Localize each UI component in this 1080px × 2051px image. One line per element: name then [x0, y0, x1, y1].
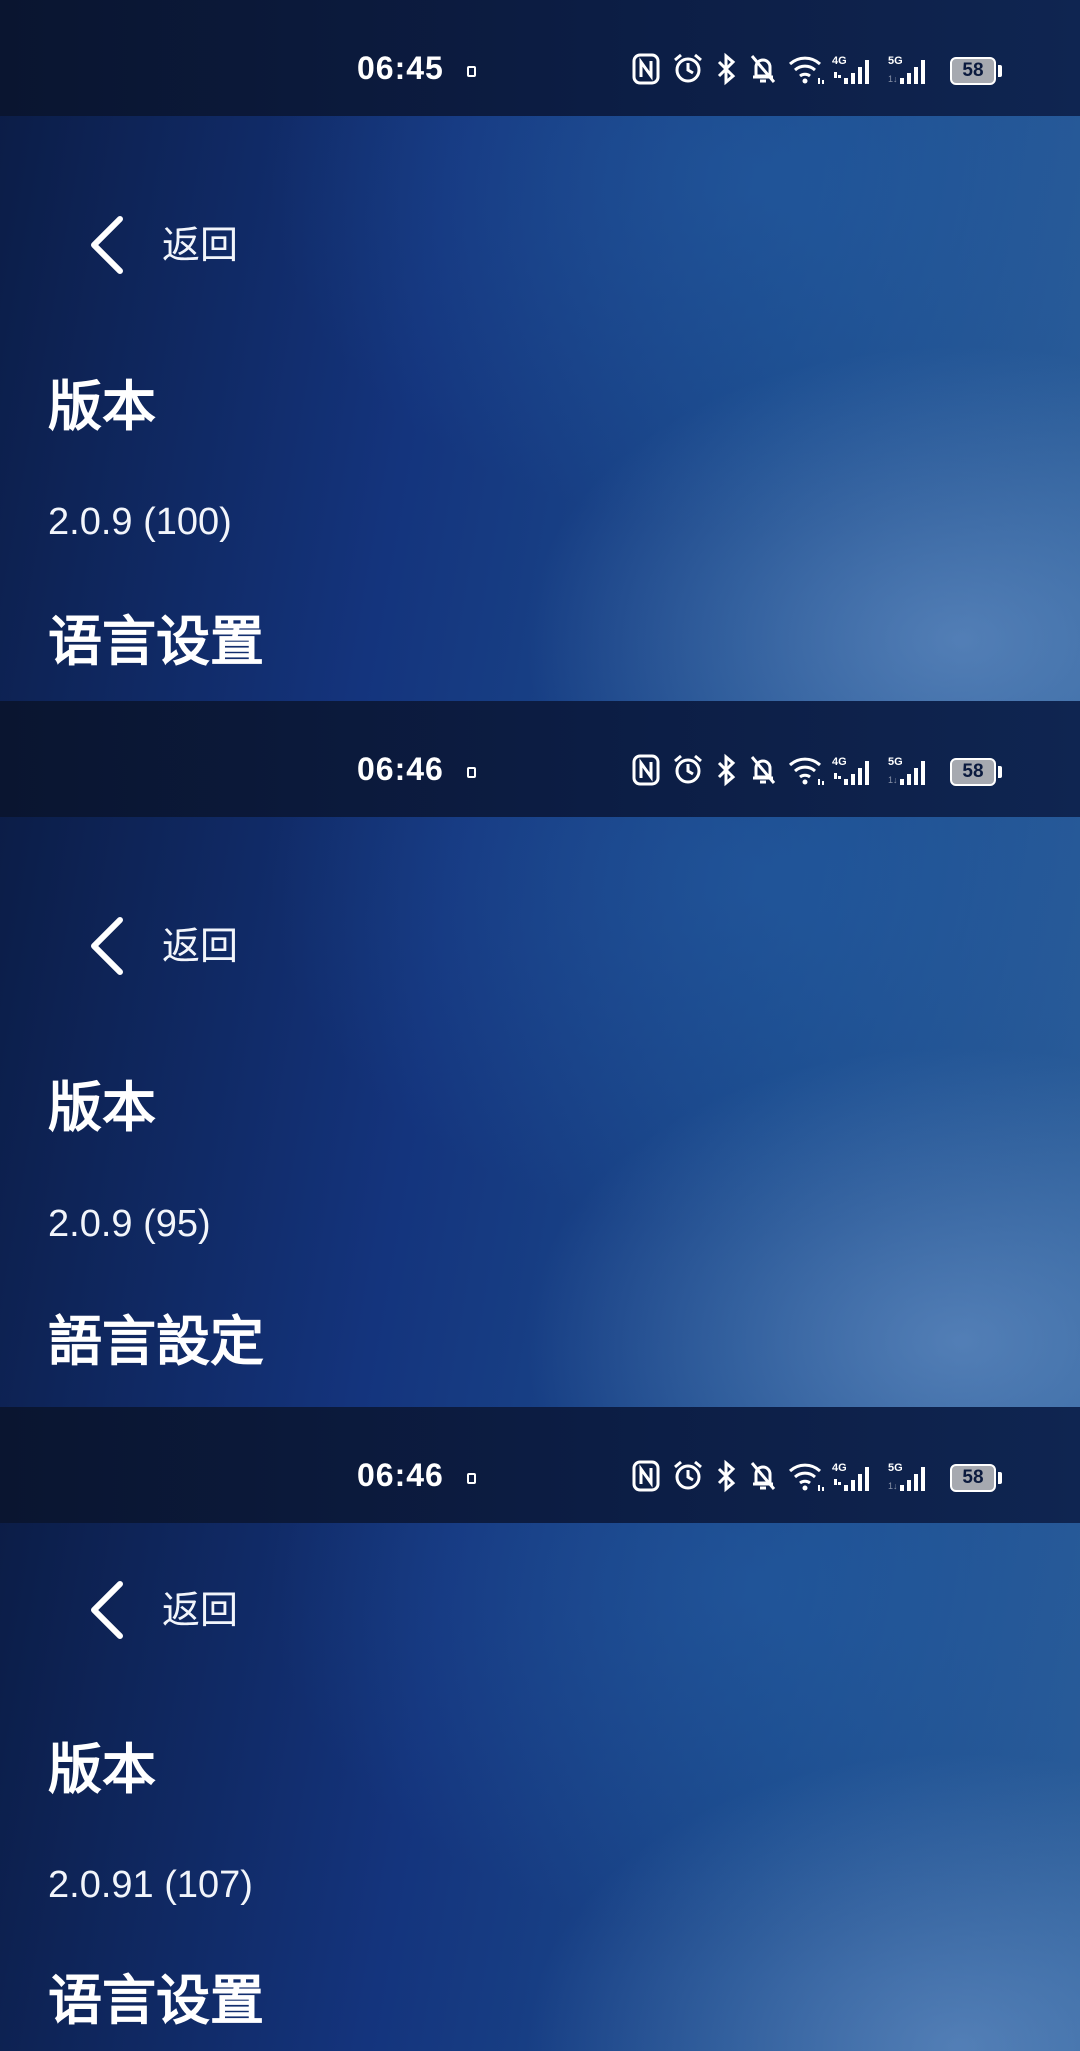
- svg-text:5G: 5G: [888, 1462, 903, 1474]
- battery-icon: 58: [950, 758, 996, 786]
- nfc-icon: [632, 754, 660, 786]
- notification-icon: [467, 1473, 476, 1484]
- svg-text:4G: 4G: [832, 1462, 847, 1474]
- back-button[interactable]: 返回: [86, 906, 266, 986]
- version-heading: 版本: [48, 1740, 156, 1800]
- signal-icon: 5G 1↓: [888, 1462, 925, 1491]
- nfc-icon: [632, 1460, 660, 1492]
- screenshot-panel-1: 06:45 4G 5G 1↓ 58 返回 版本 2.0.9 (100) 语言设置: [0, 0, 1080, 701]
- svg-text:5G: 5G: [888, 55, 903, 67]
- wifi-icon: [788, 1463, 824, 1491]
- battery-tip: [998, 1472, 1002, 1484]
- battery-icon: 58: [950, 1464, 996, 1492]
- back-chevron-icon: [91, 216, 123, 274]
- signal-icon: 4G: [832, 1462, 869, 1491]
- language-settings-heading[interactable]: 语言设置: [48, 615, 264, 669]
- status-bar: 06:46 4G 5G 1↓ 58: [0, 701, 1080, 817]
- battery-icon: 58: [950, 57, 996, 85]
- svg-text:1↓: 1↓: [888, 74, 898, 84]
- bluetooth-icon: [717, 52, 736, 86]
- back-button[interactable]: 返回: [86, 1570, 266, 1650]
- language-settings-heading[interactable]: 語言設定: [48, 1315, 264, 1369]
- wifi-icon: [788, 56, 824, 84]
- back-label: 返回: [162, 1590, 239, 1632]
- alarm-icon: [674, 1460, 702, 1490]
- version-heading: 版本: [48, 377, 156, 437]
- battery-tip: [998, 65, 1002, 77]
- screenshot-panel-3: 06:46 4G 5G 1↓ 58 返回 版本 2.0.91 (107) 语言设置: [0, 1407, 1080, 2051]
- status-bar: 06:45 4G 5G 1↓ 58: [0, 0, 1080, 116]
- svg-text:5G: 5G: [888, 756, 903, 768]
- back-button[interactable]: 返回: [86, 205, 266, 285]
- version-value: 2.0.9 (95): [48, 1203, 211, 1245]
- mute-bell-icon: [750, 55, 776, 83]
- back-label: 返回: [162, 225, 239, 267]
- signal-icon: 4G: [832, 55, 869, 84]
- signal-icon: 5G 1↓: [888, 55, 925, 84]
- status-time: 06:46: [357, 751, 444, 787]
- status-bar: 06:46 4G 5G 1↓ 58: [0, 1407, 1080, 1523]
- signal-icon: 5G 1↓: [888, 756, 925, 785]
- svg-text:1↓: 1↓: [888, 1481, 898, 1491]
- status-time: 06:45: [357, 50, 444, 86]
- bluetooth-icon: [717, 1459, 736, 1493]
- bluetooth-icon: [717, 753, 736, 787]
- notification-icon: [467, 767, 476, 778]
- screenshot-panel-2: 06:46 4G 5G 1↓ 58 返回 版本 2.0.9 (95) 語言設定: [0, 701, 1080, 1407]
- alarm-icon: [674, 754, 702, 784]
- svg-text:4G: 4G: [832, 55, 847, 67]
- back-label: 返回: [162, 926, 239, 968]
- version-value: 2.0.9 (100): [48, 501, 232, 543]
- notification-icon: [467, 66, 476, 77]
- mute-bell-icon: [750, 756, 776, 784]
- back-chevron-icon: [91, 1581, 123, 1639]
- signal-icon: 4G: [832, 756, 869, 785]
- mute-bell-icon: [750, 1462, 776, 1490]
- svg-text:4G: 4G: [832, 756, 847, 768]
- nfc-icon: [632, 53, 660, 85]
- battery-tip: [998, 766, 1002, 778]
- back-chevron-icon: [91, 917, 123, 975]
- version-heading: 版本: [48, 1078, 156, 1138]
- status-time: 06:46: [357, 1457, 444, 1493]
- alarm-icon: [674, 53, 702, 83]
- language-settings-heading[interactable]: 语言设置: [48, 1974, 264, 2028]
- wifi-icon: [788, 757, 824, 785]
- version-value: 2.0.91 (107): [48, 1864, 253, 1906]
- svg-text:1↓: 1↓: [888, 775, 898, 785]
